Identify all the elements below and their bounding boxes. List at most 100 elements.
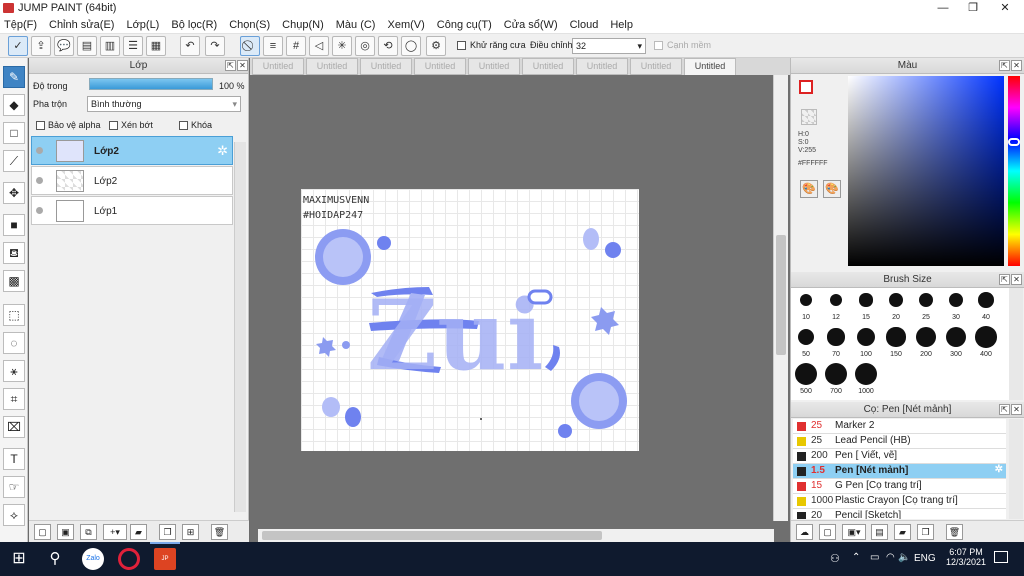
lasso-tool-icon[interactable]: ◌	[3, 332, 25, 354]
redo-icon[interactable]: ↷	[205, 36, 225, 56]
jump-paint-app-icon[interactable]: JP	[154, 548, 176, 570]
saturation-value-picker[interactable]	[848, 76, 1004, 266]
battery-icon[interactable]: ▭	[870, 552, 879, 563]
tab-untitled[interactable]: Untitled	[414, 58, 466, 75]
maximize-button[interactable]: ❐	[958, 0, 988, 16]
brush-row[interactable]: 1.5 Pen [Nét mảnh] ✲	[793, 464, 1006, 479]
brush-size-dot[interactable]	[797, 328, 815, 346]
chat-icon[interactable]: ▤	[77, 36, 97, 56]
artboard[interactable]: MAXIMUSVENN #HOIDAP247 Zui	[301, 189, 639, 451]
grid-icon[interactable]: ▦	[146, 36, 166, 56]
people-icon[interactable]: ⚇	[830, 552, 840, 565]
folder-icon[interactable]: ▰	[894, 524, 911, 540]
antialias-checkbox[interactable]	[457, 41, 466, 50]
pen-tool-icon[interactable]: ✎	[3, 66, 25, 88]
document-icon[interactable]: ▥	[100, 36, 120, 56]
clip-option[interactable]: Xén bớt	[109, 120, 153, 131]
tab-untitled[interactable]: Untitled	[576, 58, 628, 75]
canvas-horizontal-scrollbar[interactable]	[258, 529, 774, 542]
panel-close-icon[interactable]: ✕	[237, 60, 248, 71]
brush-size-dot[interactable]	[918, 292, 934, 308]
shape-snap-icon[interactable]: ◯	[401, 36, 421, 56]
brush-size-dot[interactable]	[827, 328, 845, 346]
volume-icon[interactable]: 🔈	[898, 552, 910, 563]
hand-tool-icon[interactable]: ☞	[3, 476, 25, 498]
duplicate-icon[interactable]: ❐	[159, 524, 176, 540]
hue-slider[interactable]	[1008, 76, 1020, 266]
transparent-color-swatch[interactable]	[801, 109, 817, 125]
undock-icon[interactable]: ⇱	[999, 60, 1010, 71]
brush-size-dot[interactable]	[857, 328, 875, 346]
cloud-sync-icon[interactable]: ✓	[8, 36, 28, 56]
add-layer-menu-icon[interactable]: +▾	[103, 524, 127, 540]
brush-size-dot[interactable]	[948, 292, 964, 308]
brush-size-dot[interactable]	[889, 293, 903, 307]
trash-icon[interactable]: 🗑	[946, 524, 963, 540]
close-button[interactable]: ✕	[990, 0, 1020, 16]
menu-edit[interactable]: Chỉnh sửa(E)	[49, 19, 114, 31]
undo-icon[interactable]: ↶	[180, 36, 200, 56]
merge-icon[interactable]: ⊞	[182, 524, 199, 540]
text-tool-icon[interactable]: T	[3, 448, 25, 470]
comment-icon[interactable]: 💬	[54, 36, 74, 56]
brush-size-dot[interactable]	[886, 327, 906, 347]
add-brush-icon[interactable]: ▢	[819, 524, 836, 540]
scroll-thumb[interactable]	[262, 531, 602, 540]
menu-select[interactable]: Chọn(S)	[229, 19, 270, 31]
list-icon[interactable]: ☰	[123, 36, 143, 56]
tab-untitled[interactable]: Untitled	[360, 58, 412, 75]
visibility-icon[interactable]	[36, 207, 43, 214]
layer-row[interactable]: Lớp2	[31, 166, 233, 195]
brush-list-scrollbar[interactable]	[1009, 419, 1023, 519]
language-indicator[interactable]: ENG	[914, 553, 936, 564]
fill-rect-tool-icon[interactable]: ■	[3, 214, 25, 236]
curve-snap-icon[interactable]: ⟲	[378, 36, 398, 56]
menu-file[interactable]: Tệp(F)	[4, 19, 37, 31]
gear-icon[interactable]: ✲	[217, 143, 228, 159]
share-icon[interactable]: ⇪	[31, 36, 51, 56]
brush-doc-icon[interactable]: ▤	[871, 524, 888, 540]
canvas-vertical-scrollbar[interactable]	[773, 75, 788, 521]
menu-layer[interactable]: Lớp(L)	[126, 19, 159, 31]
search-icon[interactable]: ⚲	[44, 548, 66, 570]
gradient-tool-icon[interactable]: ▩	[3, 270, 25, 292]
tab-untitled-active[interactable]: Untitled	[684, 58, 736, 75]
layer-scrollbar[interactable]	[234, 142, 246, 512]
chevron-up-icon[interactable]: ⌃	[852, 552, 860, 563]
layer-row[interactable]: Lớp1	[31, 196, 233, 225]
settings-snap-icon[interactable]: ⚙	[426, 36, 446, 56]
palette-icon[interactable]: 🎨	[800, 180, 818, 198]
adjust-dropdown[interactable]: 32 ▾	[572, 38, 646, 54]
brush-size-dot[interactable]	[825, 363, 847, 385]
new-folder-layer-icon[interactable]: ▣	[57, 524, 74, 540]
eyedropper-tool-icon[interactable]: ⟡	[3, 504, 25, 526]
brush-menu-icon[interactable]: ▣▾	[842, 524, 866, 540]
trash-icon[interactable]: 🗑	[211, 524, 228, 540]
tab-untitled[interactable]: Untitled	[630, 58, 682, 75]
protect-alpha-option[interactable]: Bảo vệ alpha	[36, 120, 101, 131]
scroll-thumb[interactable]	[776, 235, 786, 355]
bucket-tool-icon[interactable]: ⛾	[3, 242, 25, 264]
panel-close-icon[interactable]: ✕	[1011, 274, 1022, 285]
brush-size-dot[interactable]	[795, 363, 817, 385]
brush-row[interactable]: 200 Pen [ Viết, vẽ]	[793, 449, 1006, 464]
rectangle-tool-icon[interactable]: □	[3, 122, 25, 144]
undock-icon[interactable]: ⇱	[225, 60, 236, 71]
menu-view[interactable]: Xem(V)	[387, 19, 424, 31]
brush-row[interactable]: 25 Marker 2	[793, 419, 1006, 434]
zalo-app-icon[interactable]: Zalo	[82, 548, 104, 570]
menu-capture[interactable]: Chụp(N)	[282, 19, 324, 31]
select-rect-tool-icon[interactable]: ⬚	[3, 304, 25, 326]
foreground-color-swatch[interactable]	[799, 80, 813, 94]
brush-row[interactable]: 1000 Plastic Crayon [Cọ trang trí]	[793, 494, 1006, 509]
gear-icon[interactable]: ✲	[995, 464, 1003, 475]
brush-size-dot[interactable]	[829, 293, 843, 307]
panel-close-icon[interactable]: ✕	[1011, 60, 1022, 71]
visibility-icon[interactable]	[36, 147, 43, 154]
protect-alpha-checkbox[interactable]	[36, 121, 45, 131]
menu-window[interactable]: Cửa sổ(W)	[504, 19, 558, 31]
brush-row[interactable]: 15 G Pen [Cọ trang trí]	[793, 479, 1006, 494]
menu-color[interactable]: Màu (C)	[336, 19, 376, 31]
radial-snap-icon[interactable]: ✳	[332, 36, 352, 56]
brush-size-dot[interactable]	[859, 293, 873, 307]
